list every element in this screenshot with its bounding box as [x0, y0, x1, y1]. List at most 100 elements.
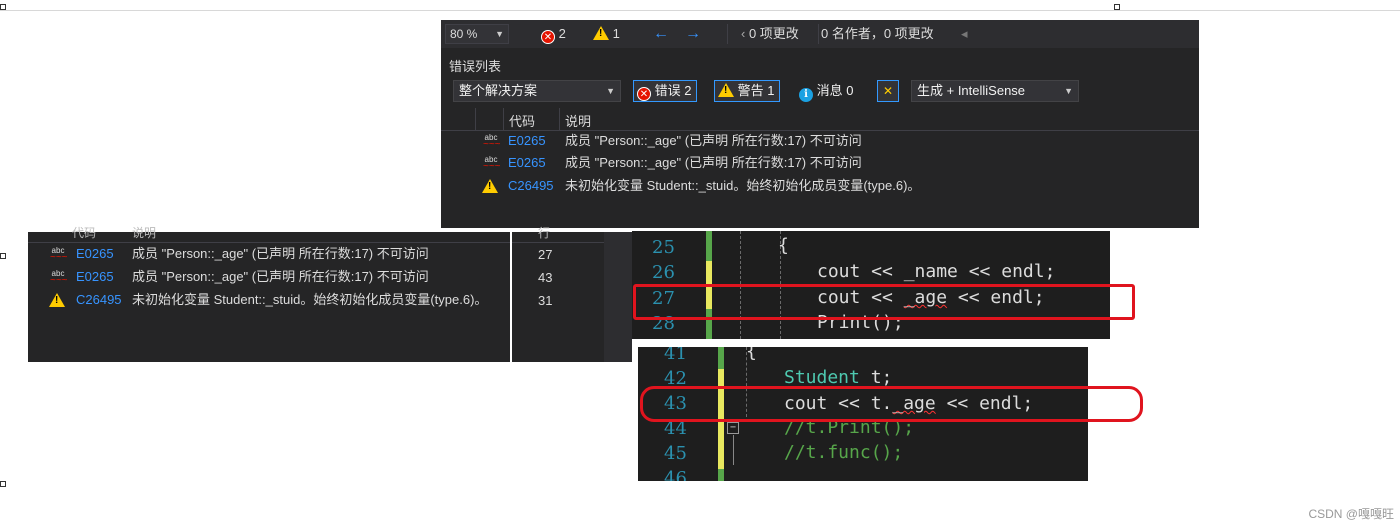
error-list-panel-cropped: 代码 说明 abc ~~~ E0265 成员 "Person::_age" (已声… — [28, 226, 510, 362]
column-header-code: 代码 — [72, 226, 97, 240]
tool-window-title: 错误列表 — [441, 52, 1199, 76]
line-column: 行 27 43 31 — [512, 226, 604, 362]
warning-icon — [718, 83, 734, 97]
previous-issue-button[interactable]: ← — [653, 24, 669, 44]
authors-text: 0 名作者，0 项更改 — [821, 26, 934, 41]
warning-count: 1 — [612, 26, 620, 41]
watermark: CSDN @嘎嘎旺 — [1308, 507, 1394, 521]
error-row[interactable]: abc ~~~ E0265 成员 "Person::_age" (已声明 所在行数… — [441, 152, 1199, 174]
error-count-indicator[interactable]: ✕ 2 — [541, 24, 566, 44]
error-code-link[interactable]: E0265 — [76, 243, 114, 265]
chevron-down-icon: ▼ — [606, 86, 615, 96]
divider — [818, 24, 819, 44]
error-list-toolbar: 整个解决方案 ▼ ✕ 错误 2 警告 1 i 消息 0 ✕ 生成 + Intel… — [441, 78, 1199, 106]
authors-indicator[interactable]: 0 名作者，0 项更改 — [821, 24, 934, 44]
resize-handle[interactable] — [0, 253, 6, 259]
zoom-dropdown[interactable]: 80 % ▼ — [445, 24, 509, 44]
intellisense-icon: abc ~~~ — [483, 133, 501, 150]
messages-filter-label: 消息 0 — [816, 83, 854, 98]
error-code-link[interactable]: E0265 — [508, 130, 546, 152]
arrow-left-icon: ← — [653, 25, 669, 42]
error-description: 成员 "Person::_age" (已声明 所在行数:17) 不可访问 — [132, 269, 429, 284]
column-divider — [503, 108, 504, 130]
code-line[interactable]: { — [746, 347, 757, 362]
info-icon: i — [799, 88, 813, 102]
intellisense-icon: abc ~~~ — [50, 269, 68, 286]
scope-dropdown[interactable]: 整个解决方案 ▼ — [453, 80, 621, 102]
line-number: 27 — [538, 247, 553, 262]
column-filler — [604, 232, 632, 362]
filter-clear-icon: ✕ — [882, 84, 894, 98]
editor-status-bar: 80 % ▼ ✕ 2 1 ← → ‹ 0 项更改 0 名作者，0 项更改 ◂ — [441, 20, 1199, 48]
error-icon: ✕ — [637, 87, 651, 101]
scroll-left-icon[interactable]: ◂ — [961, 24, 968, 44]
warnings-filter-button[interactable]: 警告 1 — [714, 80, 781, 102]
highlight-box — [633, 284, 1135, 320]
column-header-description: 说明 — [132, 226, 157, 240]
next-issue-button[interactable]: → — [685, 24, 701, 44]
warning-code-link[interactable]: C26495 — [76, 289, 122, 311]
clear-filter-button[interactable]: ✕ — [877, 80, 899, 102]
column-header-description[interactable]: 说明 — [565, 111, 591, 130]
selection-border — [0, 10, 1400, 11]
code-line-comment[interactable]: //t.func(); — [784, 442, 903, 463]
errors-filter-button[interactable]: ✕ 错误 2 — [633, 80, 698, 102]
line-number: 31 — [538, 293, 553, 308]
source-dropdown[interactable]: 生成 + IntelliSense ▼ — [911, 80, 1079, 102]
line-number: 41 — [664, 347, 687, 364]
code-line[interactable]: { — [778, 235, 789, 256]
messages-filter-button[interactable]: i 消息 0 — [795, 80, 859, 102]
error-description: 成员 "Person::_age" (已声明 所在行数:17) 不可访问 — [132, 246, 429, 261]
errors-filter-label: 错误 2 — [654, 83, 692, 98]
resize-handle[interactable] — [1114, 4, 1120, 10]
column-divider — [475, 108, 476, 130]
divider — [512, 242, 604, 243]
zoom-value: 80 % — [450, 27, 478, 41]
line-number: 43 — [538, 270, 553, 285]
source-value: 生成 + IntelliSense — [917, 83, 1026, 98]
error-count: 2 — [558, 26, 566, 41]
column-divider — [559, 108, 560, 130]
outline-line — [733, 435, 734, 465]
line-number: 45 — [664, 443, 687, 464]
changes-indicator[interactable]: ‹ 0 项更改 — [741, 24, 799, 44]
column-header-code[interactable]: 代码 — [509, 111, 535, 130]
error-description: 成员 "Person::_age" (已声明 所在行数:17) 不可访问 — [565, 155, 862, 170]
warning-description: 未初始化变量 Student::_stuid。始终初始化成员变量(type.6)… — [132, 292, 488, 307]
warning-description: 未初始化变量 Student::_stuid。始终初始化成员变量(type.6)… — [565, 178, 921, 193]
code-token: t; — [859, 367, 893, 388]
warning-count-indicator[interactable]: 1 — [593, 24, 620, 44]
code-token-type: Student — [784, 367, 860, 388]
resize-handle[interactable] — [0, 481, 6, 487]
chevron-down-icon: ▼ — [1064, 86, 1073, 96]
resize-handle[interactable] — [0, 4, 6, 10]
intellisense-icon: abc ~~~ — [50, 246, 68, 263]
warning-code-link[interactable]: C26495 — [508, 175, 554, 197]
changes-text: 0 项更改 — [748, 26, 799, 41]
chevron-down-icon: ▼ — [495, 29, 504, 39]
error-list-header: 代码 说明 — [441, 108, 1199, 131]
intellisense-icon: abc ~~~ — [483, 155, 501, 172]
panel-title: 错误列表 — [449, 59, 502, 74]
code-line[interactable]: cout << _name << endl; — [817, 261, 1055, 282]
error-code-link[interactable]: E0265 — [76, 266, 114, 288]
collapse-icon[interactable]: − — [727, 422, 739, 434]
divider — [727, 24, 728, 44]
line-number: 26 — [652, 262, 675, 283]
error-icon: ✕ — [541, 30, 555, 44]
warning-row[interactable]: C26495 未初始化变量 Student::_stuid。始终初始化成员变量(… — [28, 289, 510, 311]
error-row[interactable]: abc ~~~ E0265 成员 "Person::_age" (已声明 所在行数… — [441, 130, 1199, 152]
arrow-right-icon: → — [685, 25, 701, 42]
highlight-box — [640, 386, 1143, 422]
scope-value: 整个解决方案 — [459, 83, 538, 98]
error-code-link[interactable]: E0265 — [508, 152, 546, 174]
error-row[interactable]: abc ~~~ E0265 成员 "Person::_age" (已声明 所在行数… — [28, 266, 510, 288]
code-line[interactable]: Student t; — [784, 367, 892, 388]
warning-icon — [49, 293, 65, 307]
line-number: 46 — [664, 468, 687, 481]
error-list-panel: 80 % ▼ ✕ 2 1 ← → ‹ 0 项更改 0 名作者，0 项更改 ◂ 错… — [441, 20, 1199, 228]
warning-icon — [482, 179, 498, 193]
column-header-line: 行 — [538, 226, 551, 240]
error-row[interactable]: abc ~~~ E0265 成员 "Person::_age" (已声明 所在行数… — [28, 243, 510, 265]
warning-row[interactable]: C26495 未初始化变量 Student::_stuid。始终初始化成员变量(… — [441, 175, 1199, 197]
